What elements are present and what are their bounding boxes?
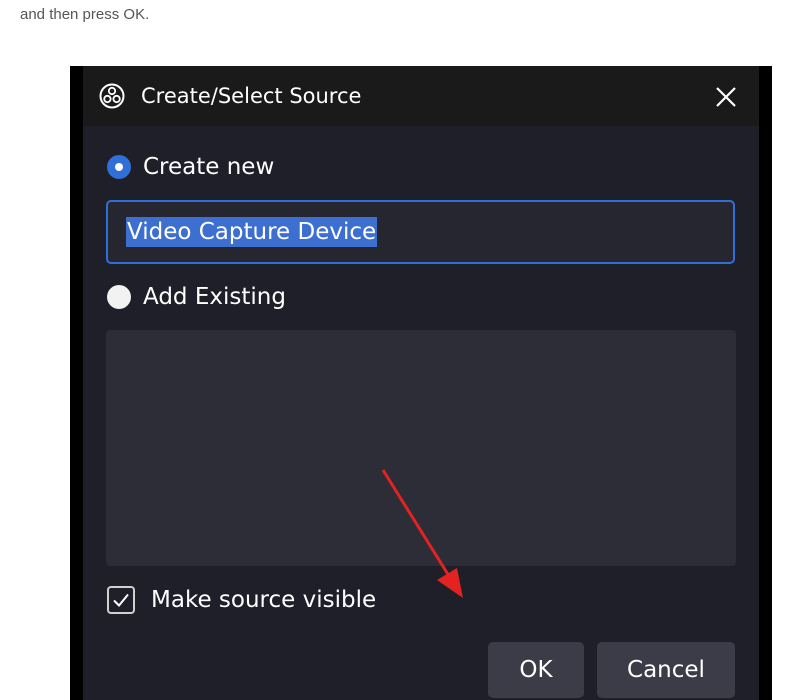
add-existing-radio-option[interactable]: Add Existing (107, 284, 286, 310)
create-new-radio-option[interactable]: Create new (107, 154, 274, 180)
make-source-visible-option[interactable]: Make source visible (107, 586, 376, 614)
existing-sources-list[interactable] (106, 330, 736, 566)
make-source-visible-label: Make source visible (151, 587, 377, 613)
dialog-titlebar: Create/Select Source (83, 66, 759, 126)
screenshot-frame: Create/Select Source Create new Video Ca… (70, 66, 772, 700)
make-source-visible-checkbox[interactable] (107, 586, 135, 614)
source-name-value: Video Capture Device (126, 217, 378, 247)
source-name-input[interactable]: Video Capture Device (106, 200, 735, 264)
obs-logo-icon (99, 83, 125, 109)
instruction-text: and then press OK. (20, 6, 150, 23)
add-existing-label: Add Existing (143, 284, 286, 310)
create-new-radio[interactable] (107, 155, 131, 179)
close-icon[interactable] (709, 80, 743, 114)
dialog-title: Create/Select Source (141, 84, 362, 108)
checkmark-icon (113, 593, 129, 607)
add-existing-radio[interactable] (107, 285, 131, 309)
create-select-source-dialog: Create/Select Source Create new Video Ca… (83, 66, 759, 700)
ok-button[interactable]: OK (488, 642, 584, 698)
cancel-button[interactable]: Cancel (597, 642, 735, 698)
create-new-label: Create new (143, 154, 275, 180)
